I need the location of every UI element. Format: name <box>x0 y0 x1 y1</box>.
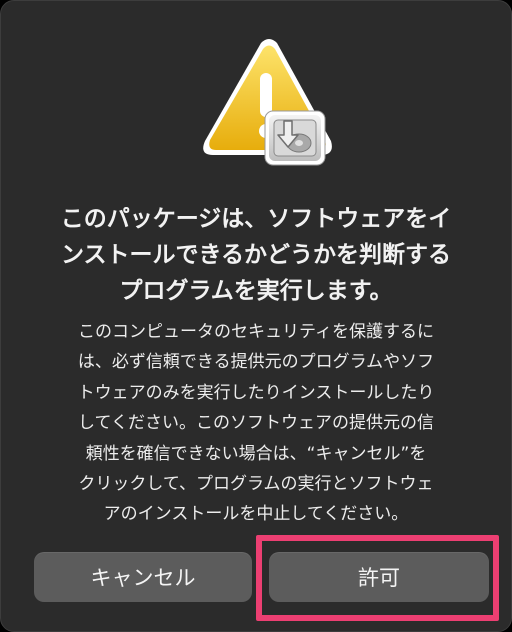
title-line: このパッケージは、ソフトウェアをイ <box>60 206 452 232</box>
message-line: は、必ず信頼できる提供元のプログラムやソフ <box>77 352 435 373</box>
title-line: プログラムを実行します。 <box>119 278 393 304</box>
allow-button[interactable]: 許可 <box>269 552 489 602</box>
dialog-message: このコンピュータのセキュリティを保護するに は、必ず信頼できる提供元のプログラム… <box>15 317 497 530</box>
dialog-title: このパッケージは、ソフトウェアをイ ンストールできるかどうかを判断する プログラ… <box>21 201 491 309</box>
cancel-button[interactable]: キャンセル <box>34 552 252 602</box>
warning-icon <box>203 39 332 166</box>
installer-alert-dialog: このパッケージは、ソフトウェアをイ ンストールできるかどうかを判断する プログラ… <box>0 0 512 632</box>
message-line: トウェアのみを実行したりインストールしたり <box>77 382 435 403</box>
message-line: このコンピュータのセキュリティを保護するに <box>78 322 434 342</box>
message-line: 頼性を確信できない場合は、“キャンセル”を <box>85 443 427 464</box>
title-line: ンストールできるかどうかを判断する <box>60 242 452 268</box>
message-line: クリックして、プログラムの実行とソフトウェ <box>78 474 434 495</box>
message-line: アのインストールを中止してください。 <box>103 504 409 525</box>
message-line: してください。このソフトウェアの提供元の信 <box>78 413 434 434</box>
